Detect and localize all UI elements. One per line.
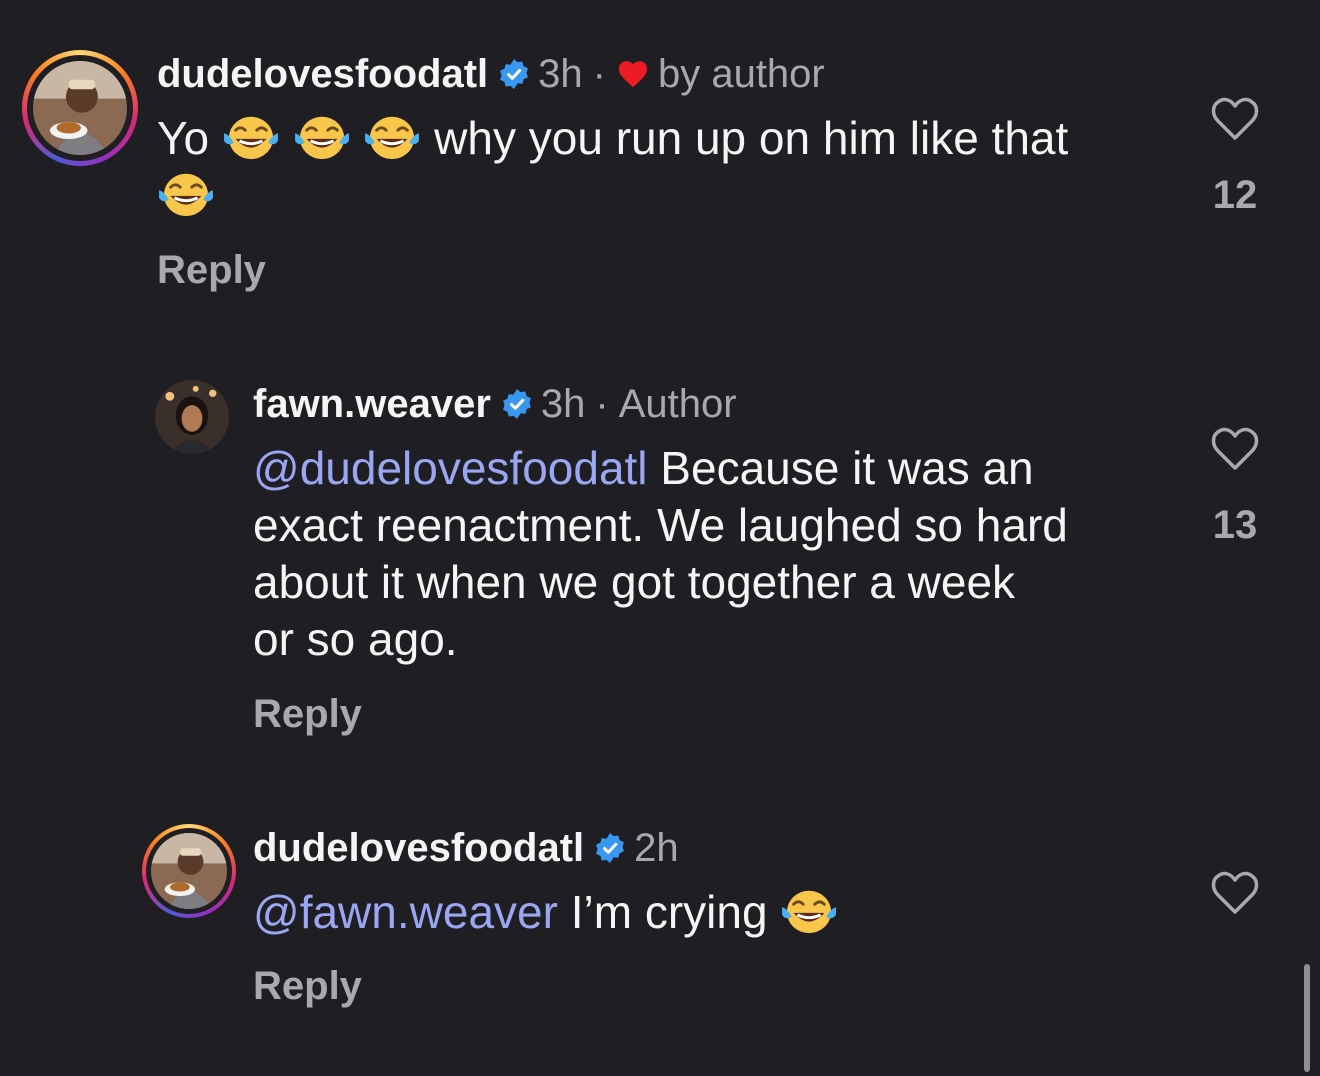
liked-by-author-label: by author [657, 52, 825, 96]
separator: · [595, 382, 609, 426]
username[interactable]: dudelovesfoodatl [157, 50, 488, 98]
comment-header: dudelovesfoodatl 2h [253, 824, 679, 872]
verified-badge-icon [594, 832, 626, 864]
like-count[interactable]: 13 [1195, 503, 1275, 548]
avatar[interactable] [155, 380, 229, 454]
face-with-tears-of-joy-icon [780, 886, 838, 936]
verified-badge-icon [498, 58, 530, 90]
username[interactable]: dudelovesfoodatl [253, 824, 584, 872]
timestamp: 3h [538, 52, 583, 96]
heart-outline-icon[interactable] [1210, 96, 1260, 142]
author-label: Author [618, 382, 737, 426]
comments-thread: dudelovesfoodatl 3h · by author Yo why y… [0, 0, 1320, 1076]
heart-outline-icon[interactable] [1210, 426, 1260, 472]
reply-button[interactable]: Reply [253, 692, 362, 737]
face-with-tears-of-joy-icon [222, 112, 280, 162]
reply-button[interactable]: Reply [253, 964, 362, 1009]
face-with-tears-of-joy-icon [157, 169, 215, 219]
mention-link[interactable]: @dudelovesfoodatl [253, 442, 648, 494]
username[interactable]: fawn.weaver [253, 380, 491, 428]
face-with-tears-of-joy-icon [293, 112, 351, 162]
verified-badge-icon [501, 388, 533, 420]
heart-outline-icon[interactable] [1210, 870, 1260, 916]
comment-text: @dudelovesfoodatl Because it was an exac… [253, 442, 1068, 665]
mention-link[interactable]: @fawn.weaver [253, 886, 558, 938]
reply-button[interactable]: Reply [157, 248, 266, 293]
comment-header: dudelovesfoodatl 3h · by author [157, 50, 825, 98]
separator: · [592, 52, 606, 96]
timestamp: 3h [540, 382, 586, 426]
avatar[interactable] [22, 50, 138, 166]
timestamp: 2h [634, 826, 679, 870]
comment-header: fawn.weaver 3h · Author [253, 380, 737, 428]
comment-text: @fawn.weaver I’m crying [253, 884, 1183, 941]
comment-text: Yo why you run up on him like that [157, 110, 1177, 224]
face-with-tears-of-joy-icon [363, 112, 421, 162]
avatar[interactable] [142, 824, 236, 918]
scrollbar[interactable] [1304, 964, 1310, 1072]
like-count[interactable]: 12 [1195, 173, 1275, 218]
liked-by-author-heart-icon [616, 57, 650, 91]
